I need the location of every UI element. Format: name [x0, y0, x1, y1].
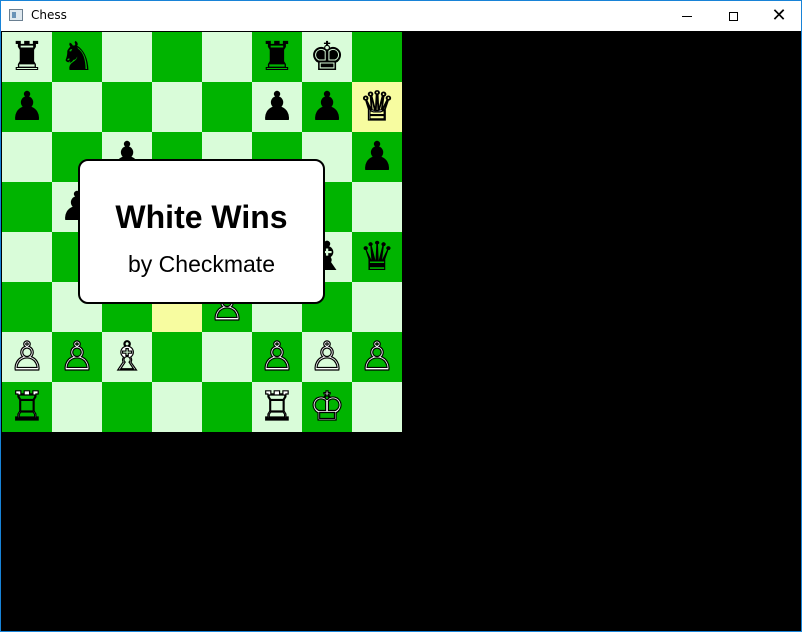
square-g7[interactable]: ♟ — [302, 82, 352, 132]
white-bishop-icon[interactable]: ♗ — [108, 336, 145, 377]
square-g2[interactable]: ♙ — [302, 332, 352, 382]
square-d1[interactable] — [152, 382, 202, 432]
white-rook-icon[interactable]: ♖ — [8, 386, 45, 427]
window-title: Chess — [31, 8, 67, 22]
square-h8[interactable] — [352, 32, 402, 82]
white-pawn-icon[interactable]: ♙ — [308, 336, 345, 377]
white-rook-icon[interactable]: ♖ — [258, 386, 295, 427]
square-b1[interactable] — [52, 382, 102, 432]
minimize-button[interactable] — [664, 1, 710, 31]
square-a2[interactable]: ♙ — [2, 332, 52, 382]
square-f2[interactable]: ♙ — [252, 332, 302, 382]
black-rook-icon[interactable]: ♜ — [259, 37, 295, 77]
square-f7[interactable]: ♟ — [252, 82, 302, 132]
white-pawn-icon[interactable]: ♙ — [358, 336, 395, 377]
black-knight-icon[interactable]: ♞ — [59, 37, 95, 77]
square-h5[interactable] — [352, 182, 402, 232]
title-bar[interactable]: Chess ✕ — [1, 1, 801, 31]
black-pawn-icon[interactable]: ♟ — [9, 87, 45, 127]
app-window-icon — [9, 9, 23, 21]
square-h2[interactable]: ♙ — [352, 332, 402, 382]
black-queen-icon[interactable]: ♛ — [359, 237, 395, 277]
white-pawn-icon[interactable]: ♙ — [8, 336, 45, 377]
square-h1[interactable] — [352, 382, 402, 432]
square-a4[interactable] — [2, 232, 52, 282]
game-result-dialog: White Wins by Checkmate — [78, 159, 325, 304]
square-c1[interactable] — [102, 382, 152, 432]
square-h7[interactable]: ♕ — [352, 82, 402, 132]
square-d8[interactable] — [152, 32, 202, 82]
square-d7[interactable] — [152, 82, 202, 132]
square-b8[interactable]: ♞ — [52, 32, 102, 82]
square-f8[interactable]: ♜ — [252, 32, 302, 82]
square-c2[interactable]: ♗ — [102, 332, 152, 382]
square-b7[interactable] — [52, 82, 102, 132]
white-queen-icon[interactable]: ♕ — [358, 86, 395, 127]
square-a7[interactable]: ♟ — [2, 82, 52, 132]
square-e7[interactable] — [202, 82, 252, 132]
square-b2[interactable]: ♙ — [52, 332, 102, 382]
square-d2[interactable] — [152, 332, 202, 382]
square-h6[interactable]: ♟ — [352, 132, 402, 182]
maximize-button[interactable] — [710, 1, 756, 31]
square-a8[interactable]: ♜ — [2, 32, 52, 82]
square-e2[interactable] — [202, 332, 252, 382]
square-g8[interactable]: ♚ — [302, 32, 352, 82]
maximize-icon — [728, 11, 738, 21]
square-a3[interactable] — [2, 282, 52, 332]
white-king-icon[interactable]: ♔ — [308, 386, 345, 427]
black-rook-icon[interactable]: ♜ — [9, 37, 45, 77]
black-king-icon[interactable]: ♚ — [309, 37, 345, 77]
result-title: White Wins — [115, 199, 288, 235]
white-pawn-icon[interactable]: ♙ — [58, 336, 95, 377]
square-h3[interactable] — [352, 282, 402, 332]
white-pawn-icon[interactable]: ♙ — [258, 336, 295, 377]
minimize-icon — [682, 15, 692, 17]
close-icon: ✕ — [771, 5, 787, 26]
square-g1[interactable]: ♔ — [302, 382, 352, 432]
square-a6[interactable] — [2, 132, 52, 182]
black-pawn-icon[interactable]: ♟ — [359, 137, 395, 177]
square-a5[interactable] — [2, 182, 52, 232]
square-f1[interactable]: ♖ — [252, 382, 302, 432]
square-e8[interactable] — [202, 32, 252, 82]
black-pawn-icon[interactable]: ♟ — [259, 87, 295, 127]
square-c8[interactable] — [102, 32, 152, 82]
close-button[interactable]: ✕ — [756, 1, 802, 31]
square-c7[interactable] — [102, 82, 152, 132]
black-pawn-icon[interactable]: ♟ — [309, 87, 345, 127]
square-a1[interactable]: ♖ — [2, 382, 52, 432]
app-window: Chess ✕ ♜ ♞ ♜ ♚ ♟ ♟ ♟ ♕ ♟ ♟ ♟ ♝ ♛ ♙ ♙ ♙ ♗ ♙ ♙ ♙ ♖ ♖ ♔ White Wi… — [0, 0, 802, 632]
square-h4[interactable]: ♛ — [352, 232, 402, 282]
square-e1[interactable] — [202, 382, 252, 432]
result-subtitle: by Checkmate — [127, 251, 275, 277]
